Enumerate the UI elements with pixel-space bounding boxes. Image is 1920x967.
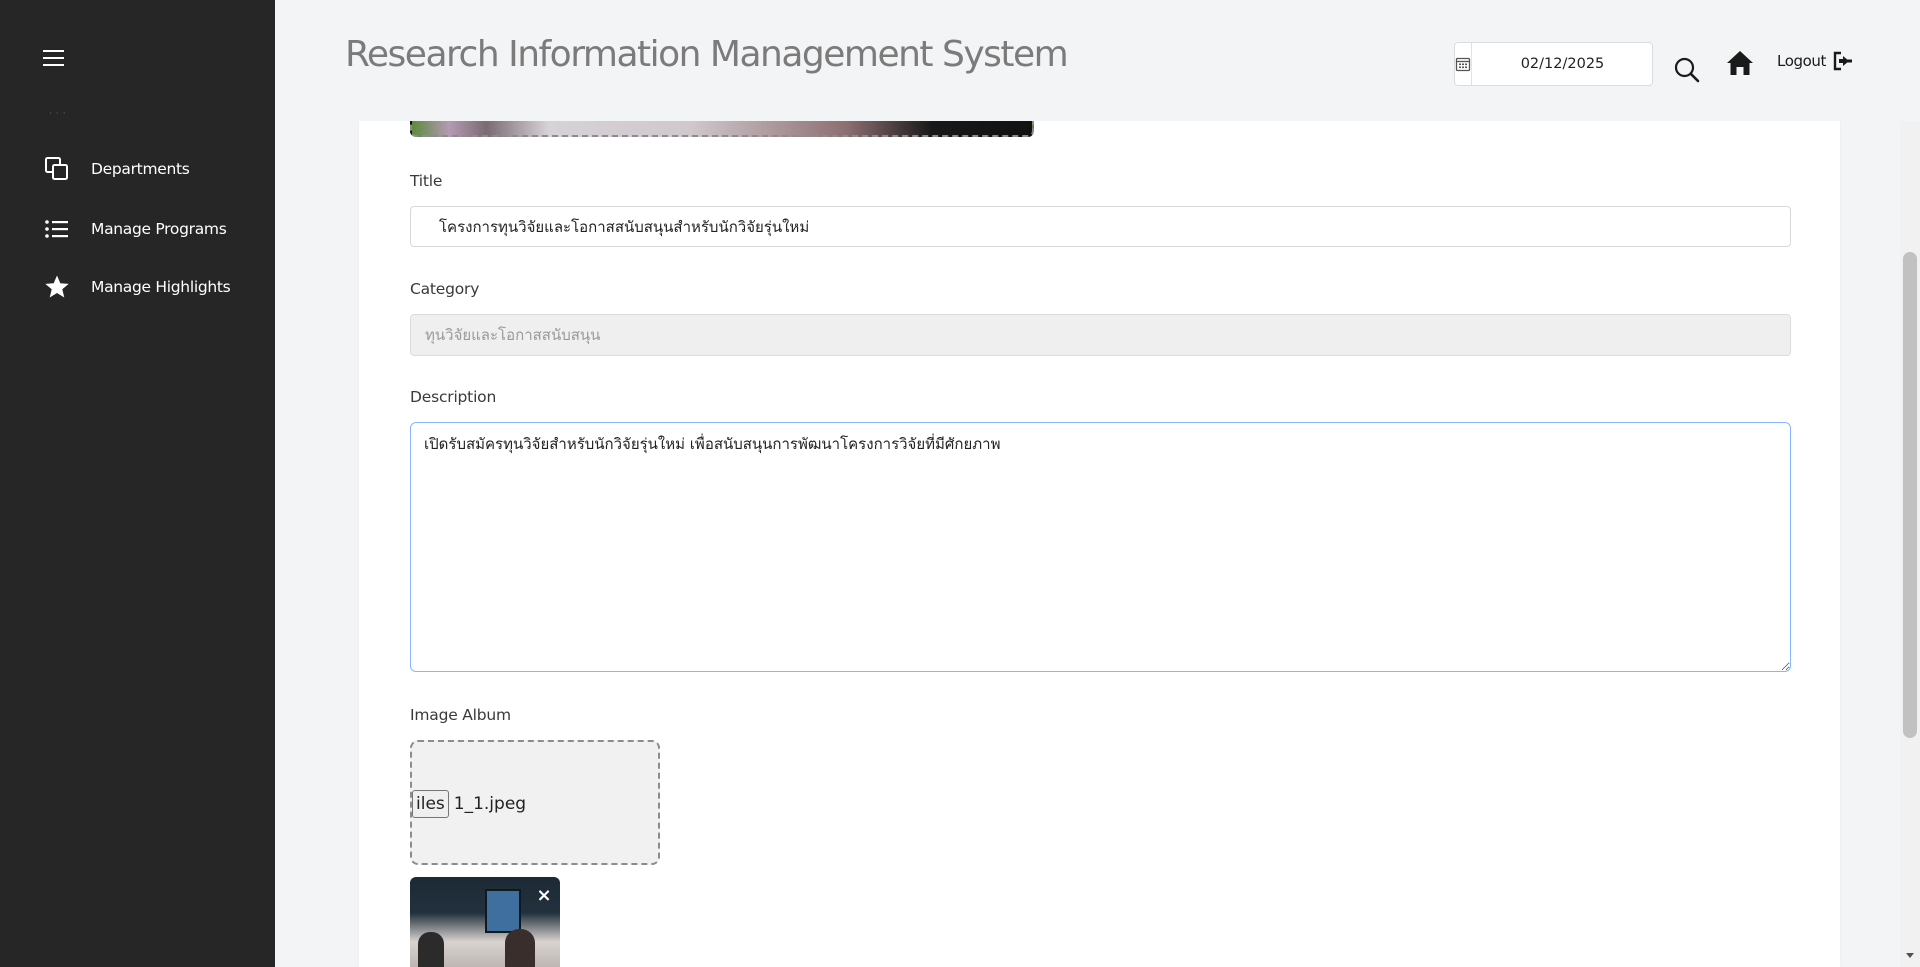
album-image-thumbnail: ×	[410, 877, 560, 967]
description-textarea[interactable]: เปิดรับสมัครทุนวิจัยสำหรับนักวิจัยรุ่นให…	[410, 422, 1791, 672]
category-label: Category	[410, 280, 480, 298]
copy-stack-icon	[44, 156, 70, 182]
sidebar-item-departments[interactable]: Departments	[44, 153, 190, 185]
thumbnail-person-shape	[505, 929, 535, 967]
title-label: Title	[410, 172, 443, 190]
file-input-row: iles 1_1.jpeg	[412, 790, 526, 818]
image-upload-dropzone[interactable]: iles 1_1.jpeg	[410, 740, 660, 865]
sidebar-item-label: Manage Programs	[91, 220, 227, 238]
selected-file-name: 1_1.jpeg	[453, 794, 527, 814]
category-input	[410, 314, 1791, 356]
title-input[interactable]	[410, 206, 1791, 247]
thumbnail-screen-shape	[485, 889, 521, 933]
sidebar-item-label: Manage Highlights	[91, 278, 231, 296]
sidebar-item-manage-programs[interactable]: Manage Programs	[44, 213, 227, 245]
date-input[interactable]	[1472, 43, 1653, 85]
sidebar-overflow-dots: ···	[49, 109, 70, 119]
star-icon	[44, 274, 70, 300]
logout-icon	[1832, 50, 1854, 72]
sidebar-item-label: Departments	[91, 160, 190, 178]
image-album-label: Image Album	[410, 706, 511, 724]
edit-form-card: Title Category Description เปิดรับสมัครท…	[359, 100, 1840, 967]
search-icon[interactable]	[1673, 56, 1701, 84]
scroll-down-arrow-icon[interactable]	[1906, 953, 1914, 958]
date-picker[interactable]	[1454, 42, 1653, 86]
page-scrollbar[interactable]	[1900, 0, 1920, 967]
home-icon[interactable]	[1726, 50, 1754, 76]
description-label: Description	[410, 388, 497, 406]
app-title: Research Information Management System	[345, 34, 1069, 75]
calendar-icon[interactable]	[1455, 43, 1472, 85]
choose-files-button[interactable]: iles	[412, 790, 449, 818]
logout-button[interactable]: Logout	[1777, 50, 1854, 72]
scrollbar-thumb[interactable]	[1903, 252, 1917, 738]
sidebar-item-manage-highlights[interactable]: Manage Highlights	[44, 271, 231, 303]
list-icon	[44, 216, 70, 242]
hamburger-menu-icon[interactable]	[43, 50, 64, 67]
sidebar: ··· Departments Manage Programs Manage H…	[0, 0, 275, 967]
logout-label: Logout	[1777, 52, 1826, 70]
top-header: Research Information Management System 0…	[275, 0, 1920, 121]
thumbnail-person-shape	[418, 932, 444, 967]
remove-image-close-icon[interactable]: ×	[533, 885, 555, 907]
